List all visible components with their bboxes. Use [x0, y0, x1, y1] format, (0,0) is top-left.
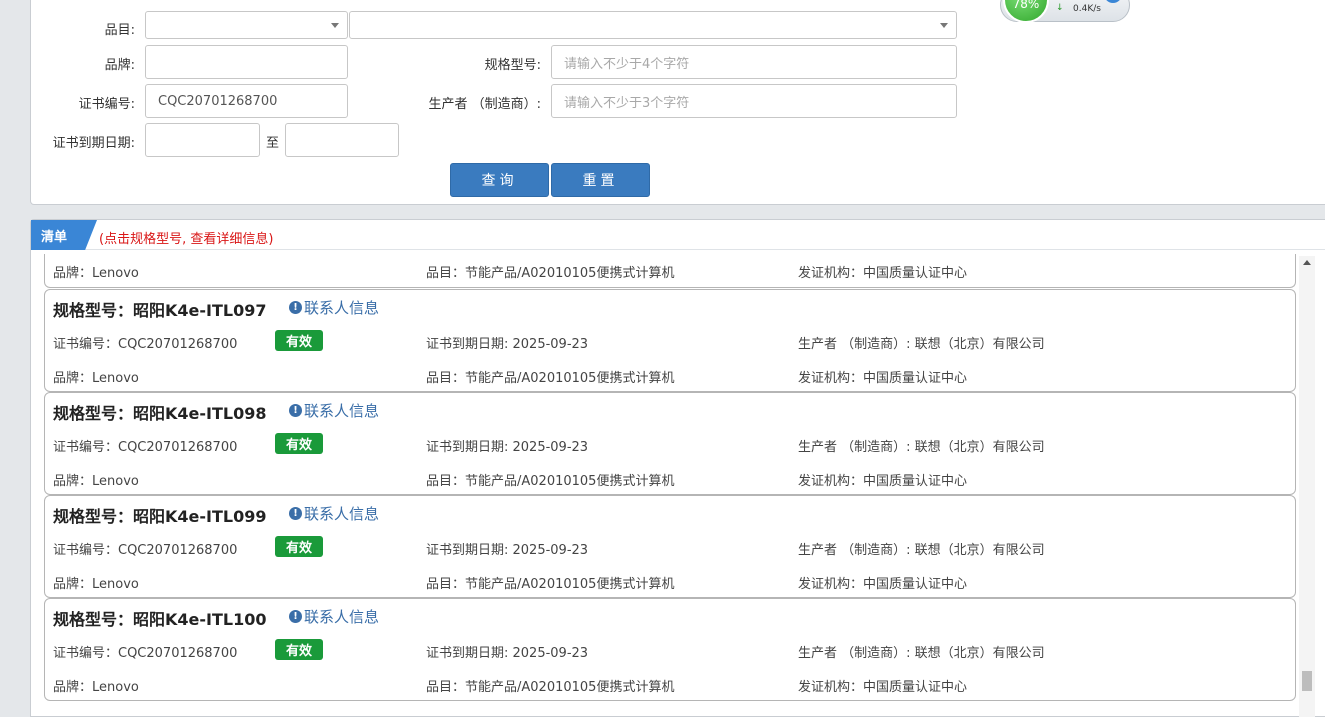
model-label: 规格型号: [484, 58, 541, 73]
brand-input[interactable] [145, 45, 348, 79]
list-item: 规格型号：昭阳K4e-ITL098 ! 联系人信息 证书编号：CQC2070126… [44, 392, 1296, 495]
list-item: 规格型号：昭阳K4e-ITL097 ! 联系人信息 证书编号：CQC2070126… [44, 289, 1296, 392]
model-link[interactable]: 规格型号：昭阳K4e-ITL097 [53, 297, 267, 321]
model-link[interactable]: 规格型号：昭阳K4e-ITL099 [53, 503, 267, 527]
download-arrow-icon: ↓ [1056, 3, 1064, 13]
brand-text: 品牌：Lenovo [53, 474, 139, 489]
category-text: 品目：节能产品/A02010105便携式计算机 [426, 474, 675, 489]
category-sub-select[interactable] [349, 11, 957, 39]
maker-text: 生产者 （制造商）: 联想（北京）有限公司 [798, 337, 1045, 352]
contact-info-link[interactable]: ! 联系人信息 [289, 606, 379, 627]
expiry-text: 证书到期日期: 2025-09-23 [426, 337, 589, 352]
list-hint: (点击规格型号, 查看详细信息) [99, 232, 274, 247]
scrollbar-thumb[interactable] [1302, 671, 1312, 691]
model-input-placeholder: 请输入不少于4个字符 [564, 56, 690, 72]
vertical-scrollbar[interactable] [1299, 256, 1315, 717]
reset-button[interactable]: 重置 [551, 163, 650, 197]
search-panel: 品目: 品牌: 规格型号: 请输入不少于4个字符 证书编号: CQC207012… [30, 0, 1325, 205]
category-text: 品目：节能产品/A02010105便携式计算机 [426, 371, 675, 386]
expiry-text: 证书到期日期: 2025-09-23 [426, 440, 589, 455]
chevron-down-icon [331, 23, 339, 28]
expiry-to-input[interactable] [285, 123, 399, 157]
plus-icon[interactable]: + [1104, 0, 1122, 3]
expiry-text: 证书到期日期: 2025-09-23 [426, 646, 589, 661]
model-link[interactable]: 规格型号：昭阳K4e-ITL098 [53, 400, 267, 424]
status-badge: 有效 [275, 536, 323, 557]
network-speed-widget[interactable]: 78% ↓ 0.4K/s + [1000, 0, 1130, 23]
contact-info-link[interactable]: ! 联系人信息 [289, 297, 379, 318]
maker-input[interactable]: 请输入不少于3个字符 [551, 84, 957, 118]
contact-info-label: 联系人信息 [304, 505, 380, 523]
category-text: 品目：节能产品/A02010105便携式计算机 [426, 680, 675, 695]
category-select[interactable] [145, 11, 348, 39]
cert-no-label: 证书编号: [78, 97, 135, 112]
expiry-separator: 至 [266, 136, 280, 151]
status-badge: 有效 [275, 433, 323, 454]
info-icon: ! [289, 301, 302, 314]
results-scroll-area[interactable]: 品牌：Lenovo 品目：节能产品/A02010105便携式计算机 发证机构：中… [44, 254, 1296, 702]
expiry-from-input[interactable] [145, 123, 260, 157]
status-badge: 有效 [275, 639, 323, 660]
network-speed-text: 0.4K/s [1073, 4, 1101, 14]
cert-no-input[interactable]: CQC20701268700 [145, 84, 348, 118]
list-item: 规格型号：昭阳K4e-ITL099 ! 联系人信息 证书编号：CQC2070126… [44, 495, 1296, 598]
issuer-text: 发证机构：中国质量认证中心 [798, 474, 968, 489]
maker-label: 生产者 （制造商）: [428, 97, 541, 112]
list-header: 清单 (点击规格型号, 查看详细信息) [31, 220, 1325, 250]
list-item: 规格型号：昭阳K4e-ITL100 ! 联系人信息 证书编号：CQC2070126… [44, 598, 1296, 701]
brand-text: 品牌：Lenovo [53, 680, 139, 695]
list-tab[interactable]: 清单 [31, 220, 97, 250]
cert-no-text: 证书编号：CQC20701268700 [53, 543, 238, 558]
maker-text: 生产者 （制造商）: 联想（北京）有限公司 [798, 646, 1045, 661]
category-text: 品目：节能产品/A02010105便携式计算机 [426, 266, 675, 281]
cert-no-text: 证书编号：CQC20701268700 [53, 646, 238, 661]
category-label: 品目: [104, 23, 135, 38]
contact-info-label: 联系人信息 [304, 608, 380, 626]
issuer-text: 发证机构：中国质量认证中心 [798, 577, 968, 592]
brand-text: 品牌：Lenovo [53, 371, 139, 386]
cert-no-text: 证书编号：CQC20701268700 [53, 440, 238, 455]
contact-info-link[interactable]: ! 联系人信息 [289, 400, 379, 421]
brand-label: 品牌: [104, 58, 135, 73]
list-panel: 清单 (点击规格型号, 查看详细信息) 品牌：Lenovo 品目：节能产品/A0… [30, 219, 1325, 717]
info-icon: ! [289, 507, 302, 520]
expiry-text: 证书到期日期: 2025-09-23 [426, 543, 589, 558]
model-link[interactable]: 规格型号：昭阳K4e-ITL100 [53, 606, 267, 630]
query-button[interactable]: 查询 [450, 163, 549, 197]
contact-info-label: 联系人信息 [304, 402, 380, 420]
contact-info-label: 联系人信息 [304, 299, 380, 317]
brand-text: 品牌：Lenovo [53, 577, 139, 592]
left-gutter [0, 0, 30, 717]
scroll-up-icon[interactable] [1303, 260, 1311, 265]
contact-info-link[interactable]: ! 联系人信息 [289, 503, 379, 524]
category-text: 品目：节能产品/A02010105便携式计算机 [426, 577, 675, 592]
chevron-down-icon [940, 23, 948, 28]
status-badge: 有效 [275, 330, 323, 351]
info-icon: ! [289, 610, 302, 623]
expiry-label: 证书到期日期: [52, 136, 135, 151]
brand-text: 品牌：Lenovo [53, 266, 139, 281]
issuer-text: 发证机构：中国质量认证中心 [798, 371, 968, 386]
maker-text: 生产者 （制造商）: 联想（北京）有限公司 [798, 440, 1045, 455]
maker-input-placeholder: 请输入不少于3个字符 [564, 95, 690, 111]
info-icon: ! [289, 404, 302, 417]
list-item-partial: 品牌：Lenovo 品目：节能产品/A02010105便携式计算机 发证机构：中… [44, 254, 1296, 288]
issuer-text: 发证机构：中国质量认证中心 [798, 680, 968, 695]
cert-no-input-value: CQC20701268700 [158, 93, 278, 109]
issuer-text: 发证机构：中国质量认证中心 [798, 266, 968, 281]
maker-text: 生产者 （制造商）: 联想（北京）有限公司 [798, 543, 1045, 558]
model-input[interactable]: 请输入不少于4个字符 [551, 45, 957, 79]
usage-ball[interactable]: 78% [1003, 0, 1049, 23]
cert-no-text: 证书编号：CQC20701268700 [53, 337, 238, 352]
